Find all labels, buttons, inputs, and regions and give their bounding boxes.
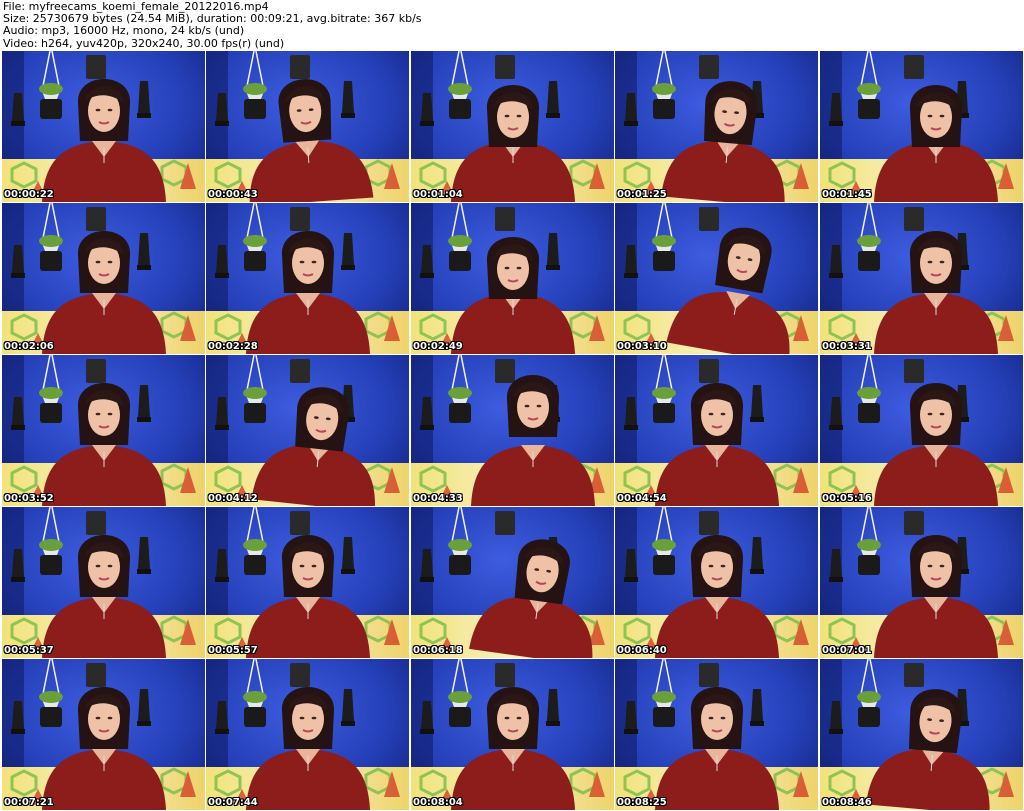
video-thumbnail: 00:03:10 — [615, 203, 818, 354]
webcam-frame-image — [615, 203, 818, 354]
timestamp-label: 00:04:54 — [617, 493, 667, 504]
video-thumbnail: 00:02:49 — [411, 203, 614, 354]
webcam-frame-image — [2, 203, 205, 354]
webcam-frame-image — [2, 659, 205, 810]
video-thumbnail: 00:04:33 — [411, 355, 614, 506]
video-thumbnail: 00:01:04 — [411, 51, 614, 202]
webcam-frame-image — [206, 507, 409, 658]
webcam-frame-image — [411, 203, 614, 354]
timestamp-label: 00:07:21 — [4, 797, 54, 808]
video-thumbnail: 00:05:16 — [820, 355, 1023, 506]
video-thumbnail: 00:08:04 — [411, 659, 614, 810]
timestamp-label: 00:00:43 — [208, 189, 258, 200]
video-thumbnail: 00:06:18 — [411, 507, 614, 658]
timestamp-label: 00:02:49 — [413, 341, 463, 352]
video-thumbnail: 00:06:40 — [615, 507, 818, 658]
timestamp-label: 00:05:37 — [4, 645, 54, 656]
timestamp-label: 00:02:28 — [208, 341, 258, 352]
timestamp-label: 00:04:33 — [413, 493, 463, 504]
video-info-line: Video: h264, yuv420p, 320x240, 30.00 fps… — [3, 36, 285, 50]
audio-info-line: Audio: mp3, 16000 Hz, mono, 24 kb/s (und… — [3, 24, 245, 38]
webcam-frame-image — [820, 507, 1023, 658]
webcam-frame-image — [615, 659, 818, 810]
webcam-frame-image — [206, 203, 409, 354]
timestamp-label: 00:08:25 — [617, 797, 667, 808]
video-thumbnail: 00:03:31 — [820, 203, 1023, 354]
video-thumbnail: 00:08:46 — [820, 659, 1023, 810]
timestamp-label: 00:01:25 — [617, 189, 667, 200]
video-thumbnail: 00:08:25 — [615, 659, 818, 810]
webcam-frame-image — [411, 355, 614, 506]
webcam-frame-image — [820, 659, 1023, 810]
webcam-frame-image — [206, 51, 409, 202]
webcam-frame-image — [411, 659, 614, 810]
timestamp-label: 00:05:16 — [822, 493, 872, 504]
video-thumbnail: 00:04:54 — [615, 355, 818, 506]
timestamp-label: 00:01:04 — [413, 189, 463, 200]
webcam-frame-image — [411, 507, 614, 658]
timestamp-label: 00:08:04 — [413, 797, 463, 808]
timestamp-label: 00:02:06 — [4, 341, 54, 352]
video-thumbnail: 00:03:52 — [2, 355, 205, 506]
timestamp-label: 00:03:31 — [822, 341, 872, 352]
webcam-frame-image — [820, 203, 1023, 354]
video-thumbnail: 00:07:44 — [206, 659, 409, 810]
webcam-frame-image — [206, 659, 409, 810]
video-thumbnail: 00:00:43 — [206, 51, 409, 202]
timestamp-label: 00:08:46 — [822, 797, 872, 808]
video-thumbnail: 00:02:06 — [2, 203, 205, 354]
timestamp-label: 00:03:10 — [617, 341, 667, 352]
webcam-frame-image — [2, 507, 205, 658]
video-thumbnail: 00:01:25 — [615, 51, 818, 202]
video-thumbnail: 00:04:12 — [206, 355, 409, 506]
timestamp-label: 00:07:44 — [208, 797, 258, 808]
timestamp-label: 00:03:52 — [4, 493, 54, 504]
thumbnail-grid: 00:00:22 00:00:43 00:01:04 00:01:25 00:0… — [0, 51, 1024, 811]
file-info-header: File: myfreecams_koemi_female_20122016.m… — [0, 0, 1024, 50]
webcam-frame-image — [820, 51, 1023, 202]
webcam-frame-image — [411, 51, 614, 202]
timestamp-label: 00:07:01 — [822, 645, 872, 656]
timestamp-label: 00:05:57 — [208, 645, 258, 656]
webcam-frame-image — [615, 355, 818, 506]
video-thumbnail: 00:07:21 — [2, 659, 205, 810]
video-thumbnail: 00:02:28 — [206, 203, 409, 354]
video-thumbnail: 00:05:37 — [2, 507, 205, 658]
video-thumbnail: 00:00:22 — [2, 51, 205, 202]
timestamp-label: 00:04:12 — [208, 493, 258, 504]
video-thumbnail: 00:05:57 — [206, 507, 409, 658]
webcam-frame-image — [615, 507, 818, 658]
webcam-frame-image — [206, 355, 409, 506]
webcam-frame-image — [2, 51, 205, 202]
timestamp-label: 00:00:22 — [4, 189, 54, 200]
video-thumbnail: 00:01:45 — [820, 51, 1023, 202]
webcam-frame-image — [615, 51, 818, 202]
timestamp-label: 00:06:18 — [413, 645, 463, 656]
timestamp-label: 00:06:40 — [617, 645, 667, 656]
webcam-frame-image — [820, 355, 1023, 506]
timestamp-label: 00:01:45 — [822, 189, 872, 200]
webcam-frame-image — [2, 355, 205, 506]
video-thumbnail: 00:07:01 — [820, 507, 1023, 658]
